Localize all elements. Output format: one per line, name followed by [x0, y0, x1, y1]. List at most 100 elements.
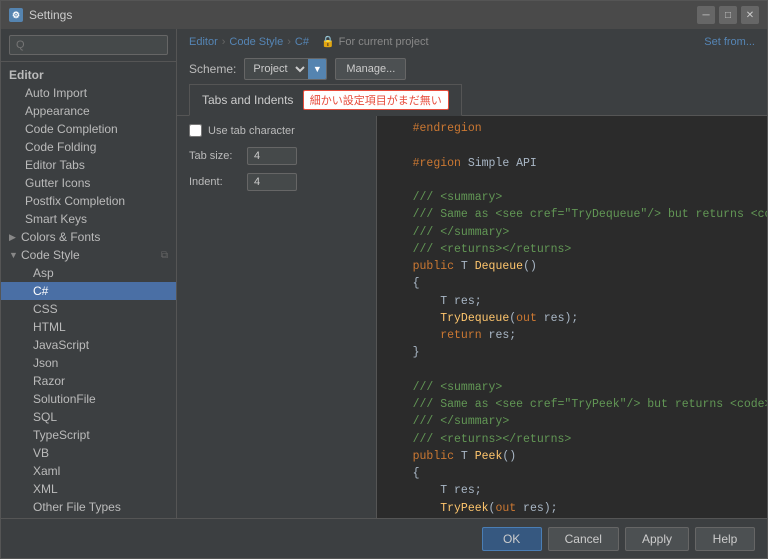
- code-preview: #endregion #region Simple API /// <summa…: [377, 116, 767, 518]
- for-current-project-label: For current project: [339, 36, 429, 48]
- sidebar-tree: Editor Auto Import Appearance Code Compl…: [1, 62, 176, 518]
- sidebar-item-editor[interactable]: Editor: [1, 66, 176, 84]
- breadcrumb-csharp[interactable]: C#: [295, 36, 309, 48]
- sidebar-item-code-folding[interactable]: Code Folding: [1, 138, 176, 156]
- title-bar-left: ⚙ Settings: [9, 8, 72, 22]
- breadcrumb-bar: Editor › Code Style › C# 🔒 For current p…: [177, 29, 767, 54]
- sidebar-item-appearance[interactable]: Appearance: [1, 102, 176, 120]
- breadcrumb-code-style[interactable]: Code Style: [229, 36, 283, 48]
- code-line: /// Same as <see cref="TryPeek"/> but re…: [385, 396, 759, 413]
- breadcrumb-editor[interactable]: Editor: [189, 36, 218, 48]
- sidebar-item-asp[interactable]: Asp: [1, 264, 176, 282]
- sidebar-item-colors-fonts[interactable]: ▶Colors & Fonts: [1, 228, 176, 246]
- code-line: [385, 137, 759, 154]
- code-line: T res;: [385, 293, 759, 310]
- sidebar-item-smart-keys[interactable]: Smart Keys: [1, 210, 176, 228]
- scheme-select[interactable]: Project Default: [245, 62, 308, 76]
- sidebar-item-xml[interactable]: XML: [1, 480, 176, 498]
- indent-row: Indent:: [189, 173, 364, 191]
- code-line: /// <summary>: [385, 189, 759, 206]
- sidebar-item-html[interactable]: HTML: [1, 318, 176, 336]
- code-line: {: [385, 275, 759, 292]
- for-current-project-icon: 🔒: [321, 35, 335, 48]
- tab-size-input[interactable]: [247, 147, 297, 165]
- window-title: Settings: [29, 8, 72, 22]
- copy-icon: ⧉: [161, 250, 168, 261]
- code-line: public T Dequeue(): [385, 258, 759, 275]
- indent-label: Indent:: [189, 176, 239, 188]
- set-from-link[interactable]: Set from...: [704, 36, 755, 48]
- code-line: /// </summary>: [385, 224, 759, 241]
- code-line: {: [385, 465, 759, 482]
- use-tab-character-checkbox[interactable]: [189, 124, 202, 137]
- sidebar-item-csharp[interactable]: C#: [1, 282, 176, 300]
- sidebar-item-css[interactable]: CSS: [1, 300, 176, 318]
- code-style-arrow: ▼: [9, 250, 17, 260]
- sidebar-item-editor-tabs[interactable]: Editor Tabs: [1, 156, 176, 174]
- sidebar-item-postfix-completion[interactable]: Postfix Completion: [1, 192, 176, 210]
- tabs-bar: Tabs and Indents 細かい設定項目がまだ無い: [177, 84, 767, 116]
- sidebar-item-code-style[interactable]: ▼Code Style ⧉: [1, 246, 176, 264]
- dropdown-arrow-icon: ▼: [308, 58, 326, 80]
- sidebar-item-razor[interactable]: Razor: [1, 372, 176, 390]
- code-line: #endregion: [385, 120, 759, 137]
- sidebar: Editor Auto Import Appearance Code Compl…: [1, 29, 177, 518]
- main-panel: Editor › Code Style › C# 🔒 For current p…: [177, 29, 767, 518]
- scheme-label: Scheme:: [189, 62, 236, 76]
- code-line: [385, 172, 759, 189]
- apply-button[interactable]: Apply: [625, 527, 689, 551]
- editor-split: Use tab character Tab size: Indent: #end…: [177, 116, 767, 518]
- code-line: T res;: [385, 482, 759, 499]
- tab-tabs-indents-label: Tabs and Indents: [202, 93, 293, 107]
- sidebar-item-sql[interactable]: SQL: [1, 408, 176, 426]
- cancel-button[interactable]: Cancel: [548, 527, 619, 551]
- sidebar-item-gutter-icons[interactable]: Gutter Icons: [1, 174, 176, 192]
- code-line: }: [385, 344, 759, 361]
- breadcrumb-sep-1: ›: [222, 36, 226, 48]
- window-controls: ─ □ ✕: [697, 6, 759, 24]
- manage-button[interactable]: Manage...: [335, 58, 406, 80]
- tab-size-label: Tab size:: [189, 150, 239, 162]
- code-line: TryDequeue(out res);: [385, 310, 759, 327]
- tab-size-row: Tab size:: [189, 147, 364, 165]
- scheme-bar: Scheme: Project Default ▼ Manage...: [177, 54, 767, 84]
- code-line: return res;: [385, 327, 759, 344]
- tab-warning-text: 細かい設定項目がまだ無い: [310, 92, 442, 108]
- colors-fonts-arrow: ▶: [9, 232, 17, 243]
- code-line: #region Simple API: [385, 155, 759, 172]
- maximize-button[interactable]: □: [719, 6, 737, 24]
- code-line: /// </summary>: [385, 413, 759, 430]
- code-line: public T Peek(): [385, 448, 759, 465]
- search-input[interactable]: [9, 35, 168, 55]
- code-line: /// <summary>: [385, 379, 759, 396]
- settings-window: ⚙ Settings ─ □ ✕ Editor Auto Import Appe…: [0, 0, 768, 559]
- sidebar-item-javascript[interactable]: JavaScript: [1, 336, 176, 354]
- code-line: /// <returns></returns>: [385, 241, 759, 258]
- indent-input[interactable]: [247, 173, 297, 191]
- close-button[interactable]: ✕: [741, 6, 759, 24]
- ok-button[interactable]: OK: [482, 527, 542, 551]
- settings-panel: Use tab character Tab size: Indent:: [177, 116, 377, 518]
- sidebar-item-solutionfile[interactable]: SolutionFile: [1, 390, 176, 408]
- sidebar-item-json[interactable]: Json: [1, 354, 176, 372]
- help-button[interactable]: Help: [695, 527, 755, 551]
- tab-warning-badge: 細かい設定項目がまだ無い: [303, 90, 449, 110]
- sidebar-item-auto-import[interactable]: Auto Import: [1, 84, 176, 102]
- title-bar: ⚙ Settings ─ □ ✕: [1, 1, 767, 29]
- sidebar-item-vb[interactable]: VB: [1, 444, 176, 462]
- use-tab-character-row: Use tab character: [189, 124, 364, 137]
- code-line: TryPeek(out res);: [385, 500, 759, 517]
- bottom-bar: OK Cancel Apply Help: [1, 518, 767, 558]
- minimize-button[interactable]: ─: [697, 6, 715, 24]
- breadcrumb: Editor › Code Style › C# 🔒 For current p…: [189, 35, 429, 48]
- scheme-dropdown[interactable]: Project Default ▼: [244, 58, 327, 80]
- use-tab-character-label: Use tab character: [208, 125, 295, 137]
- sidebar-item-other-file-types[interactable]: Other File Types: [1, 498, 176, 516]
- sidebar-item-typescript[interactable]: TypeScript: [1, 426, 176, 444]
- sidebar-item-xaml[interactable]: Xaml: [1, 462, 176, 480]
- sidebar-item-code-completion[interactable]: Code Completion: [1, 120, 176, 138]
- settings-app-icon: ⚙: [9, 8, 23, 22]
- main-content: Editor Auto Import Appearance Code Compl…: [1, 29, 767, 518]
- code-line: [385, 362, 759, 379]
- tab-tabs-and-indents[interactable]: Tabs and Indents 細かい設定項目がまだ無い: [189, 84, 462, 116]
